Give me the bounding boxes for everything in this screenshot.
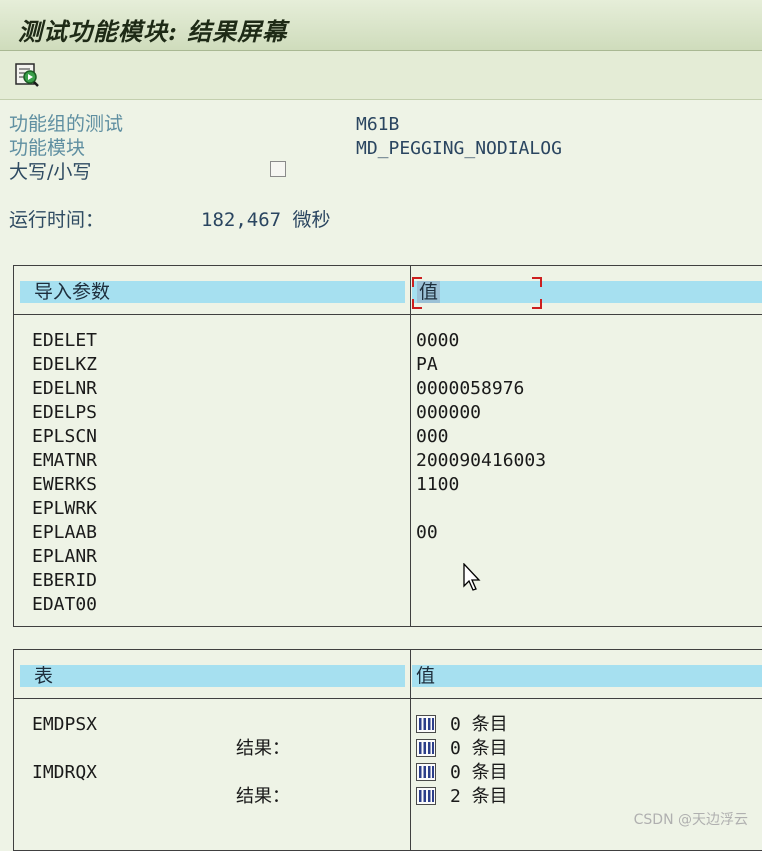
watermark: CSDN @天边浮云 — [633, 812, 748, 828]
import-param-value[interactable]: 0000 — [416, 329, 459, 353]
import-param-name: EDELKZ — [32, 354, 98, 375]
import-params-header-label: 导入参数 — [34, 281, 111, 303]
import-param-name: EWERKS — [32, 474, 98, 495]
import-param-name: EBERID — [32, 570, 98, 591]
import-param-name: EDAT00 — [32, 594, 98, 615]
import-param-value[interactable]: 200090416003 — [416, 449, 546, 473]
runtime-label: 运行时间： — [9, 209, 105, 231]
title-bar: 测试功能模块: 结果屏幕 — [0, 0, 762, 51]
tables-value-header: 值 — [412, 665, 762, 687]
table-view-icon[interactable] — [416, 787, 436, 805]
import-param-value[interactable]: 0000058976 — [416, 377, 524, 401]
tables-header-label: 表 — [34, 665, 54, 687]
table-entries-count: 2 条目 — [450, 786, 508, 807]
import-param-value[interactable]: 000000 — [416, 401, 481, 425]
import-param-value[interactable]: 000 — [416, 425, 449, 449]
import-param-name: EPLAAB — [32, 522, 98, 543]
table-entries-count: 0 条目 — [450, 762, 508, 783]
table-entries: 0 条目 — [416, 713, 508, 737]
function-group-value: M61B — [356, 114, 400, 135]
import-param-name: EPLANR — [32, 546, 98, 567]
execute-button[interactable] — [13, 61, 41, 89]
import-params-header: 导入参数 — [20, 281, 405, 303]
import-param-name: EDELET — [32, 330, 98, 351]
import-param-name: EDELPS — [32, 402, 98, 423]
table-param-name: EMDPSX — [32, 714, 98, 735]
case-label: 大写/小写 — [9, 161, 92, 183]
import-value-header[interactable]: 值 — [412, 281, 762, 303]
function-module-value: MD_PEGGING_NODIALOG — [356, 138, 562, 159]
table-entries: 2 条目 — [416, 785, 508, 809]
function-group-label: 功能组的测试 — [9, 113, 124, 135]
runtime-value: 182,467 微秒 — [201, 209, 331, 231]
import-param-value[interactable]: 00 — [416, 521, 438, 545]
import-param-value[interactable]: 1100 — [416, 473, 459, 497]
result-label: 结果： — [236, 738, 290, 759]
table-view-icon[interactable] — [416, 739, 436, 757]
function-module-label: 功能模块 — [9, 137, 86, 159]
result-label: 结果： — [236, 786, 290, 807]
table-view-icon[interactable] — [416, 715, 436, 733]
table-view-icon[interactable] — [416, 763, 436, 781]
tables-header: 表 — [20, 665, 405, 687]
import-param-name: EMATNR — [32, 450, 98, 471]
table-entries: 0 条目 — [416, 761, 508, 785]
mouse-pointer-icon — [463, 562, 483, 597]
table-entries-count: 0 条目 — [450, 738, 508, 759]
toolbar — [0, 51, 762, 100]
import-param-name: EPLSCN — [32, 426, 98, 447]
table-param-name: IMDRQX — [32, 762, 98, 783]
table-entries: 0 条目 — [416, 737, 508, 761]
import-param-value[interactable]: PA — [416, 353, 438, 377]
tables-value-header-label: 值 — [416, 665, 436, 687]
import-params-table: 导入参数 值 EDELET 0000 EDELKZ PA EDELNR 000005897… — [13, 265, 762, 627]
table-entries-count: 0 条目 — [450, 714, 508, 735]
window-title: 测试功能模块: 结果屏幕 — [18, 17, 288, 46]
execute-icon — [15, 63, 39, 87]
import-param-name: EDELNR — [32, 378, 98, 399]
import-param-name: EPLWRK — [32, 498, 98, 519]
case-checkbox[interactable] — [270, 161, 286, 177]
